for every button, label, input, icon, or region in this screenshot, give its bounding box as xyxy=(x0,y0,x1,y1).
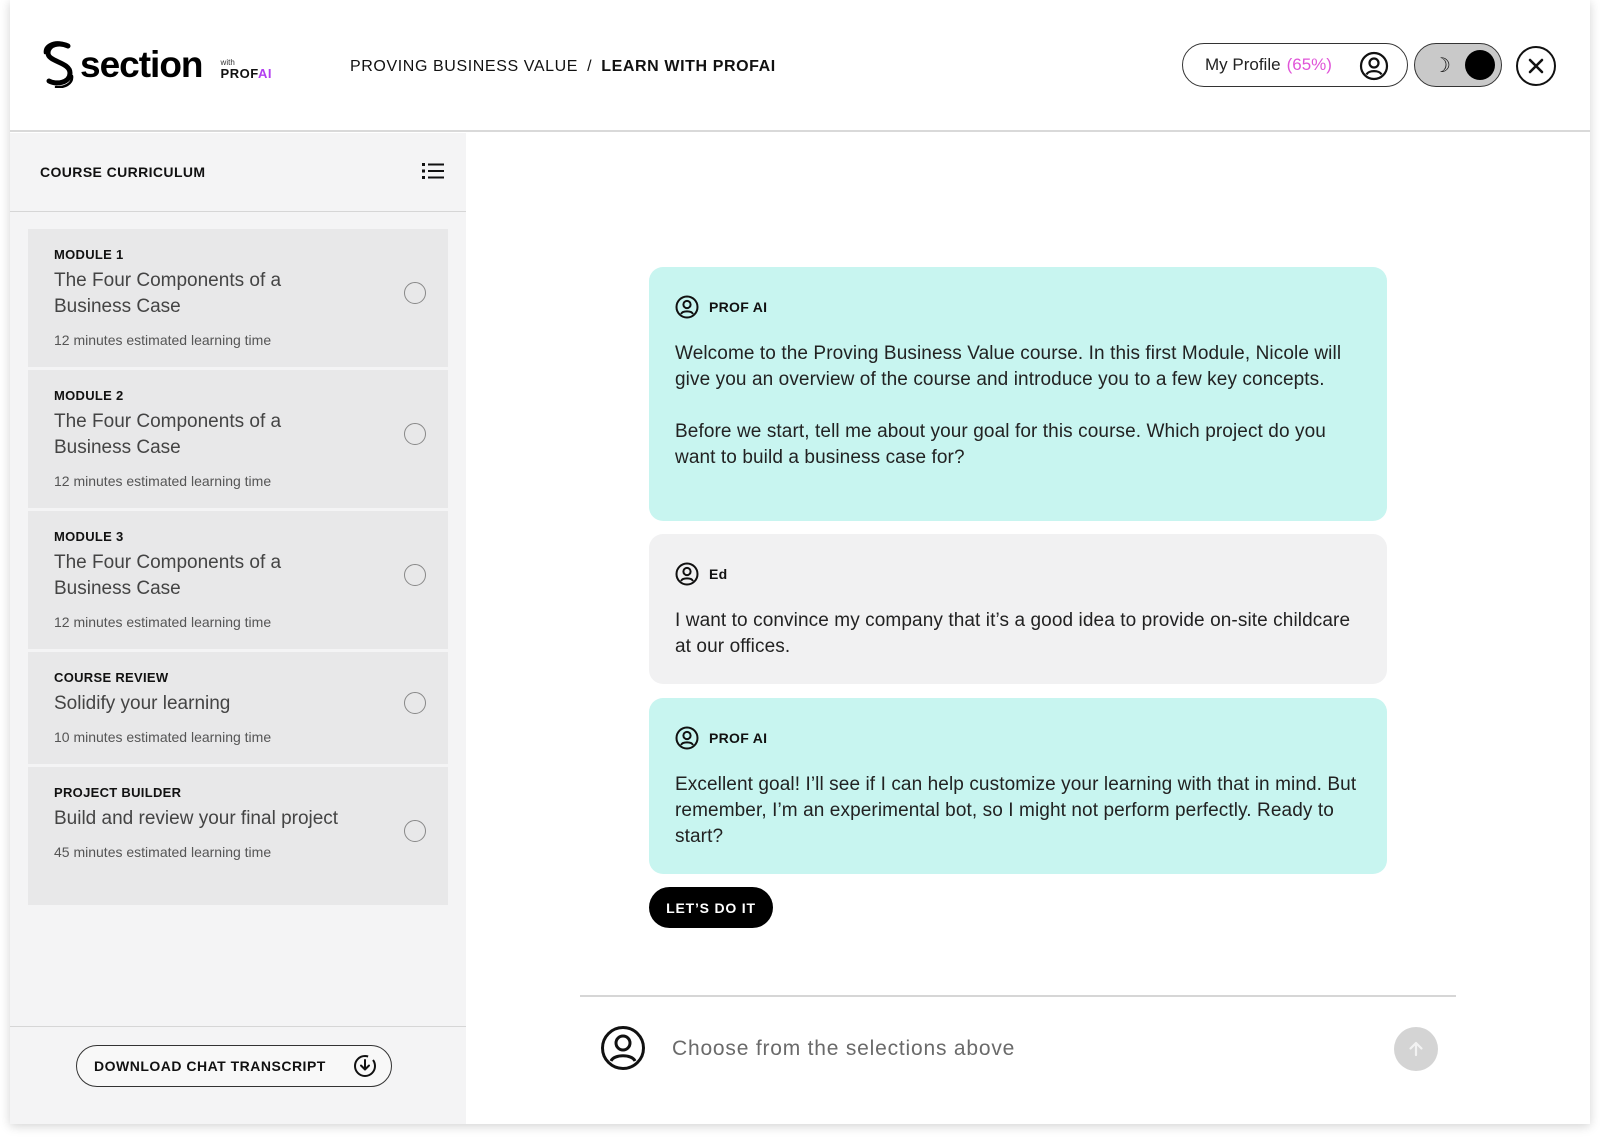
module-title: Solidify your learning xyxy=(54,693,231,714)
module-list: MODULE 1 The Four Components of a Busine… xyxy=(28,229,448,908)
download-transcript-button[interactable]: DOWNLOAD CHAT TRANSCRIPT xyxy=(76,1045,392,1087)
module-title: Build and review your final project xyxy=(54,808,339,829)
module-status-radio[interactable] xyxy=(404,820,426,842)
user-circle-icon xyxy=(675,295,699,319)
lets-do-it-button[interactable]: LET’S DO IT xyxy=(649,887,773,928)
module-item-project-builder[interactable]: PROJECT BUILDER Build and review your fi… xyxy=(28,767,448,905)
message-text: I want to convince my company that it’s … xyxy=(675,610,1351,657)
module-label: MODULE 3 xyxy=(54,529,124,544)
message-text: Welcome to the Proving Business Value co… xyxy=(675,343,1342,390)
module-item-2[interactable]: MODULE 2 The Four Components of a Busine… xyxy=(28,370,448,508)
profile-progress: (65%) xyxy=(1286,55,1332,74)
sidebar-footer: DOWNLOAD CHAT TRANSCRIPT xyxy=(10,1026,466,1124)
curriculum-title: COURSE CURRICULUM xyxy=(40,164,206,180)
logo-prof-text: PROF xyxy=(220,65,258,81)
download-label: DOWNLOAD CHAT TRANSCRIPT xyxy=(94,1058,326,1074)
module-item-course-review[interactable]: COURSE REVIEW Solidify your learning 10 … xyxy=(28,652,448,764)
chat-message-user: Ed I want to convince my company that it… xyxy=(649,534,1387,684)
module-item-3[interactable]: MODULE 3 The Four Components of a Busine… xyxy=(28,511,448,649)
breadcrumb-separator: / xyxy=(587,58,593,75)
logo-wordmark: section xyxy=(80,43,204,85)
my-profile-button[interactable]: My Profile (65%) xyxy=(1182,43,1408,87)
chat-panel: PROF AI Welcome to the Proving Business … xyxy=(466,133,1590,1124)
moon-icon: ☽ xyxy=(1433,55,1451,77)
message-author: PROF AI xyxy=(709,299,768,315)
module-label: MODULE 2 xyxy=(54,388,124,403)
dark-mode-toggle[interactable]: ☽ xyxy=(1414,43,1502,87)
module-time: 10 minutes estimated learning time xyxy=(54,729,272,745)
user-circle-icon xyxy=(675,726,699,750)
message-text: Excellent goal! I’ll see if I can help c… xyxy=(675,774,1357,847)
curriculum-header: COURSE CURRICULUM xyxy=(10,133,466,212)
module-title: The Four Components of a Business Case xyxy=(54,552,282,599)
module-time: 12 minutes estimated learning time xyxy=(54,614,272,630)
module-label: MODULE 1 xyxy=(54,247,124,262)
user-circle-icon xyxy=(1359,51,1389,81)
module-title: The Four Components of a Business Case xyxy=(54,270,282,317)
course-sidebar: COURSE CURRICULUM MODULE 1 The Four Comp… xyxy=(10,133,466,1124)
top-header: section with PROFAI PROVING BUSINESS VAL… xyxy=(10,0,1590,132)
app-window: section with PROFAI PROVING BUSINESS VAL… xyxy=(10,0,1590,1124)
list-icon[interactable] xyxy=(422,161,444,181)
close-button[interactable] xyxy=(1516,46,1556,86)
chat-input[interactable] xyxy=(672,1032,1372,1066)
composer-divider xyxy=(580,995,1456,997)
user-avatar-icon xyxy=(601,1026,645,1070)
download-icon xyxy=(354,1055,376,1077)
chat-message-ai: PROF AI Excellent goal! I’ll see if I ca… xyxy=(649,698,1387,874)
message-author: PROF AI xyxy=(709,730,768,746)
toggle-knob xyxy=(1465,50,1495,80)
arrow-up-icon xyxy=(1409,1041,1423,1057)
module-label: PROJECT BUILDER xyxy=(54,785,182,800)
profile-label: My Profile xyxy=(1205,55,1281,74)
module-status-radio[interactable] xyxy=(404,282,426,304)
message-author: Ed xyxy=(709,566,728,582)
module-status-radio[interactable] xyxy=(404,692,426,714)
send-button[interactable] xyxy=(1394,1027,1438,1071)
breadcrumb-current: LEARN WITH PROFAI xyxy=(601,58,776,75)
section-logo-icon xyxy=(43,41,74,88)
message-text: Before we start, tell me about your goal… xyxy=(675,421,1326,468)
module-status-radio[interactable] xyxy=(404,423,426,445)
module-time: 12 minutes estimated learning time xyxy=(54,473,272,489)
module-item-1[interactable]: MODULE 1 The Four Components of a Busine… xyxy=(28,229,448,367)
module-title: The Four Components of a Business Case xyxy=(54,411,282,458)
module-status-radio[interactable] xyxy=(404,564,426,586)
module-time: 12 minutes estimated learning time xyxy=(54,332,272,348)
section-logo[interactable]: section with PROFAI xyxy=(42,40,272,88)
breadcrumb-parent[interactable]: PROVING BUSINESS VALUE xyxy=(350,58,578,75)
close-icon xyxy=(1528,58,1544,74)
logo-ai-text: AI xyxy=(257,65,272,81)
chat-message-ai: PROF AI Welcome to the Proving Business … xyxy=(649,267,1387,521)
module-label: COURSE REVIEW xyxy=(54,670,169,685)
breadcrumb: PROVING BUSINESS VALUE / LEARN WITH PROF… xyxy=(350,58,776,76)
module-time: 45 minutes estimated learning time xyxy=(54,844,272,860)
user-circle-icon xyxy=(675,562,699,586)
logo-profai: with PROFAI xyxy=(220,58,272,81)
